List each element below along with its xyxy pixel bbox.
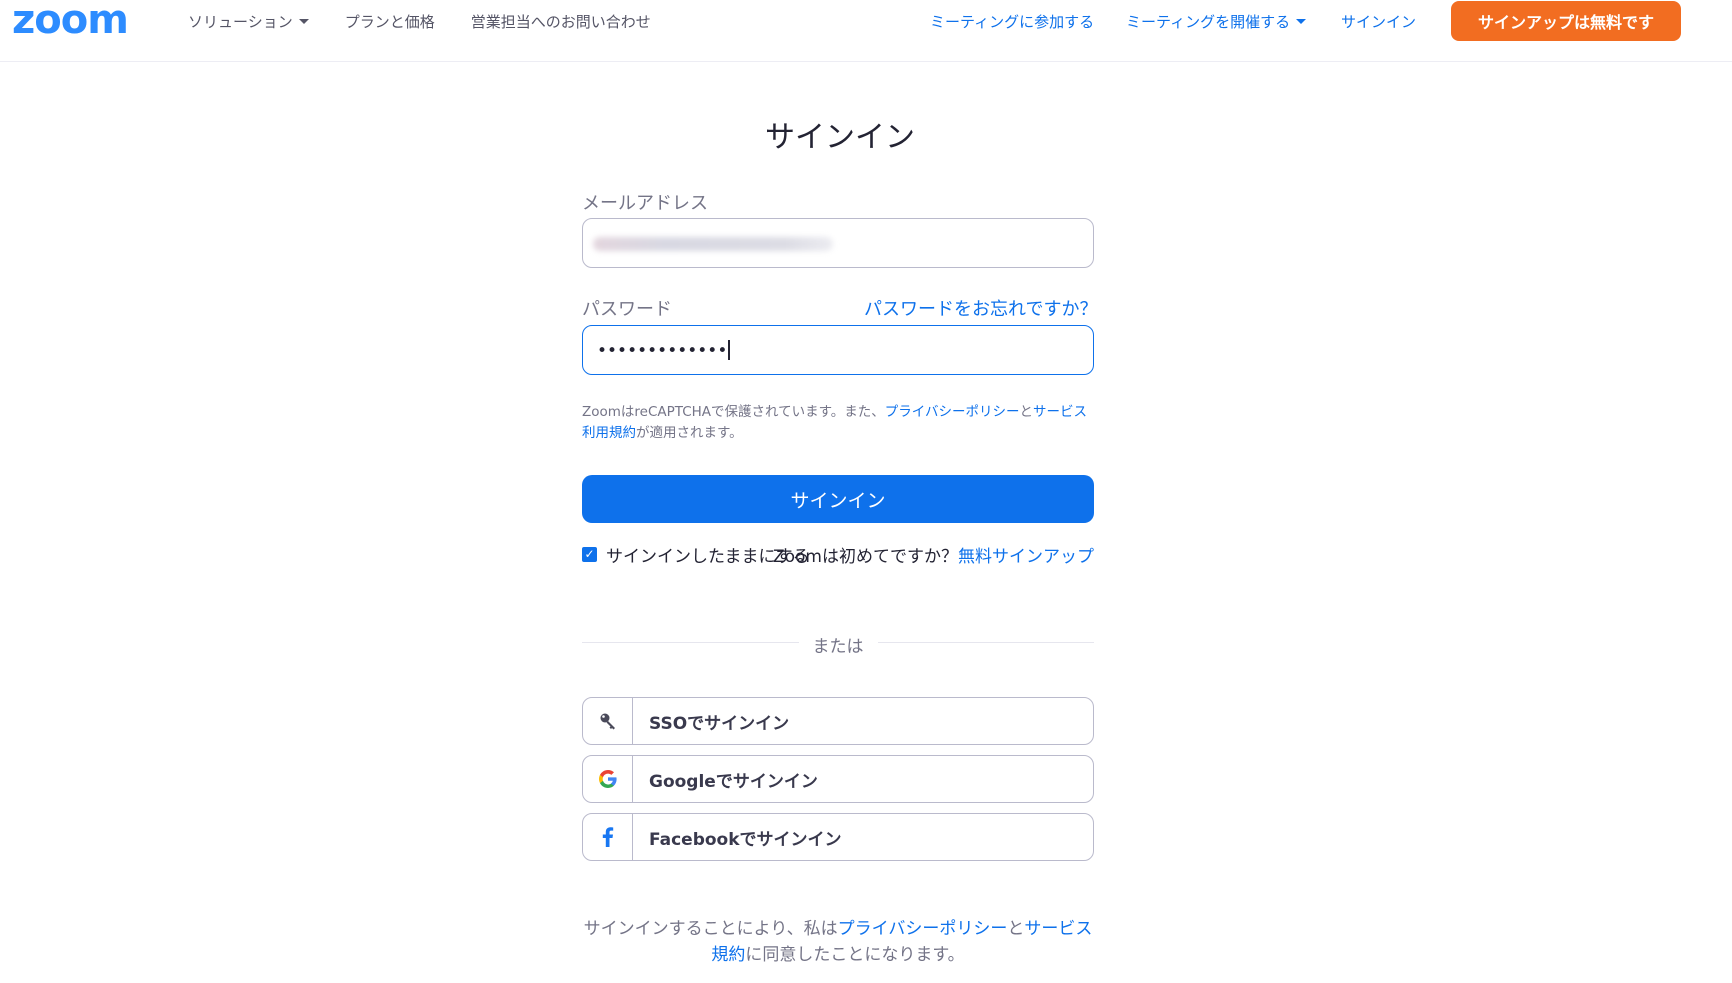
or-text: または [798,637,878,657]
keep-signed-in-row: ✓ サインインしたままにする Zoomは初めてですか？無料サインアップ [582,542,1094,567]
new-user-prompt: Zoomは初めてですか？無料サインアップ [773,542,1094,567]
nav-contact-sales[interactable]: 営業担当へのお問い合わせ [471,11,651,32]
footer-suffix: に同意したことになります。 [745,945,965,965]
email-value-redacted [593,237,833,251]
footer-and: と [1007,919,1025,939]
footer-privacy-link[interactable]: プライバシーポリシー [838,919,1008,939]
nav-left: ソリューション プランと価格 営業担当へのお問い合わせ [188,11,651,32]
sign-in-button[interactable]: サインイン [582,475,1094,523]
text-cursor [728,340,730,360]
chevron-down-icon [298,19,309,24]
facebook-sign-in-button[interactable]: Facebookでサインイン [582,813,1094,861]
footer-prefix: サインインすることにより、私は [583,919,838,939]
email-field[interactable] [582,218,1094,268]
nav-plans-pricing[interactable]: プランと価格 [345,11,435,32]
password-dots: ••••••••••••• [597,341,728,361]
privacy-policy-link[interactable]: プライバシーポリシー [885,404,1020,420]
nav-solutions-label: ソリューション [188,13,293,31]
password-field[interactable]: ••••••••••••• [582,325,1094,375]
header-sign-in-link[interactable]: サインイン [1341,11,1416,32]
consent-footer: サインインすることにより、私はプライバシーポリシーとサービス規約に同意したことに… [582,916,1094,968]
recaptcha-notice: ZoomはreCAPTCHAで保護されています。また、プライバシーポリシーとサー… [582,402,1094,444]
top-header: zoom ソリューション プランと価格 営業担当へのお問い合わせ ミーティングに… [0,0,1732,62]
page-title: サインイン [765,120,915,155]
new-to-zoom-text: Zoomは初めてですか？ [772,547,958,567]
email-label: メールアドレス [582,193,708,214]
or-divider: または [0,632,1676,657]
host-meeting-label: ミーティングを開催する [1126,13,1291,31]
password-label: パスワード [582,299,672,320]
google-sign-in-button[interactable]: Googleでサインイン [582,755,1094,803]
facebook-icon [583,814,633,860]
host-meeting-link[interactable]: ミーティングを開催する [1126,11,1307,32]
google-button-label: Googleでサインイン [649,771,818,792]
chevron-down-icon [1296,19,1307,24]
zoom-logo[interactable]: zoom [12,0,129,40]
sso-sign-in-button[interactable]: SSOでサインイン [582,697,1094,745]
forgot-password-link[interactable]: パスワードをお忘れですか？ [864,295,1097,321]
join-meeting-link[interactable]: ミーティングに参加する [930,11,1094,32]
sso-button-label: SSOでサインイン [649,713,790,734]
recaptcha-suffix: が適用されます。 [636,425,743,441]
nav-solutions[interactable]: ソリューション [188,11,309,32]
password-value: ••••••••••••• [597,340,730,361]
recaptcha-prefix: ZoomはreCAPTCHAで保護されています。また、 [582,404,885,420]
key-icon [583,698,633,744]
facebook-button-label: Facebookでサインイン [649,829,842,850]
keep-signed-in-checkbox[interactable]: ✓ [582,547,597,562]
signup-free-button[interactable]: サインアップは無料です [1451,1,1681,41]
free-signup-link[interactable]: 無料サインアップ [958,547,1094,567]
and-text: と [1019,404,1034,420]
google-icon [583,756,633,802]
